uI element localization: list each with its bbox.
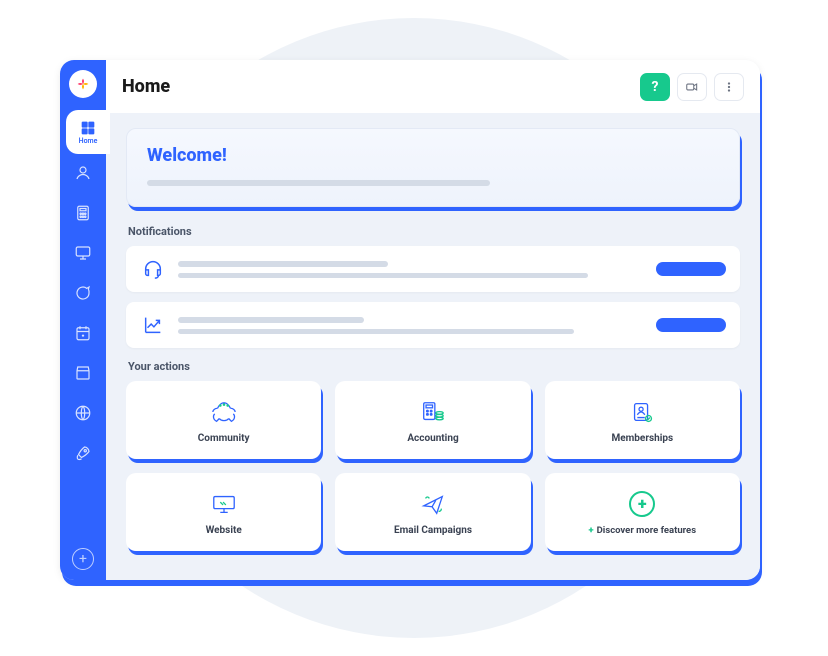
headset-icon	[140, 256, 166, 282]
actions-heading: Your actions	[128, 360, 740, 373]
action-card-email-campaigns[interactable]: Email Campaigns	[335, 473, 530, 551]
monitor-icon	[74, 244, 92, 262]
sidebar-item-contacts[interactable]	[72, 162, 94, 184]
action-label: Accounting	[407, 433, 458, 444]
action-card-accounting[interactable]: Accounting	[335, 381, 530, 459]
action-label: Memberships	[611, 433, 673, 444]
accounting-icon	[418, 397, 448, 427]
video-icon	[685, 80, 699, 94]
sidebar-add-button[interactable]: +	[72, 548, 94, 570]
skeleton-line	[178, 261, 388, 267]
store-icon	[74, 364, 92, 382]
community-icon	[209, 397, 239, 427]
chat-icon	[74, 284, 92, 302]
sidebar-item-home[interactable]: Home	[66, 110, 110, 154]
action-label: Website	[206, 525, 242, 536]
sidebar-item-events[interactable]	[72, 322, 94, 344]
rocket-icon	[74, 444, 92, 462]
skeleton-line	[178, 329, 574, 334]
skeleton-line	[178, 317, 364, 323]
user-icon	[74, 164, 92, 182]
more-button[interactable]	[714, 73, 744, 101]
action-card-community[interactable]: Community	[126, 381, 321, 459]
skeleton-line	[178, 273, 588, 278]
logo-icon	[75, 76, 91, 92]
notification-action-button[interactable]	[656, 318, 726, 332]
calendar-icon	[74, 324, 92, 342]
website-icon	[209, 489, 239, 519]
action-label: +Discover more features	[589, 525, 697, 536]
notification-action-button[interactable]	[656, 262, 726, 276]
app-logo[interactable]	[69, 70, 97, 98]
sidebar-item-website[interactable]	[72, 242, 94, 264]
sidebar-item-globe[interactable]	[72, 402, 94, 424]
sidebar-item-chat[interactable]	[72, 282, 94, 304]
sidebar-item-rocket[interactable]	[72, 442, 94, 464]
app-window: Home	[60, 60, 760, 580]
sidebar-item-home-label: Home	[79, 137, 98, 145]
sidebar: Home	[60, 60, 106, 580]
chart-up-icon	[140, 312, 166, 338]
help-icon: ?	[652, 79, 659, 95]
action-card-discover[interactable]: + +Discover more features	[545, 473, 740, 551]
action-label: Community	[198, 433, 250, 444]
header: Home ?	[106, 60, 760, 114]
globe-icon	[74, 404, 92, 422]
action-card-memberships[interactable]: Memberships	[545, 381, 740, 459]
sidebar-item-store[interactable]	[72, 362, 94, 384]
more-vertical-icon	[722, 80, 736, 94]
main-area: Home ? Welcome! Notifications	[106, 60, 760, 580]
notification-item	[126, 246, 740, 292]
discover-plus-icon: +	[629, 489, 655, 519]
welcome-title: Welcome!	[147, 145, 719, 166]
action-label: Email Campaigns	[394, 525, 472, 536]
sidebar-item-accounting[interactable]	[72, 202, 94, 224]
plus-icon: +	[79, 552, 87, 566]
notifications-heading: Notifications	[128, 225, 740, 238]
notification-item	[126, 302, 740, 348]
help-button[interactable]: ?	[640, 73, 670, 101]
memberships-icon	[627, 397, 657, 427]
video-button[interactable]	[677, 73, 707, 101]
welcome-card: Welcome!	[126, 128, 740, 207]
page-title: Home	[122, 76, 633, 97]
paper-plane-icon	[418, 489, 448, 519]
grid-icon	[80, 120, 96, 136]
skeleton-line	[147, 180, 490, 186]
calculator-icon	[74, 204, 92, 222]
action-card-website[interactable]: Website	[126, 473, 321, 551]
